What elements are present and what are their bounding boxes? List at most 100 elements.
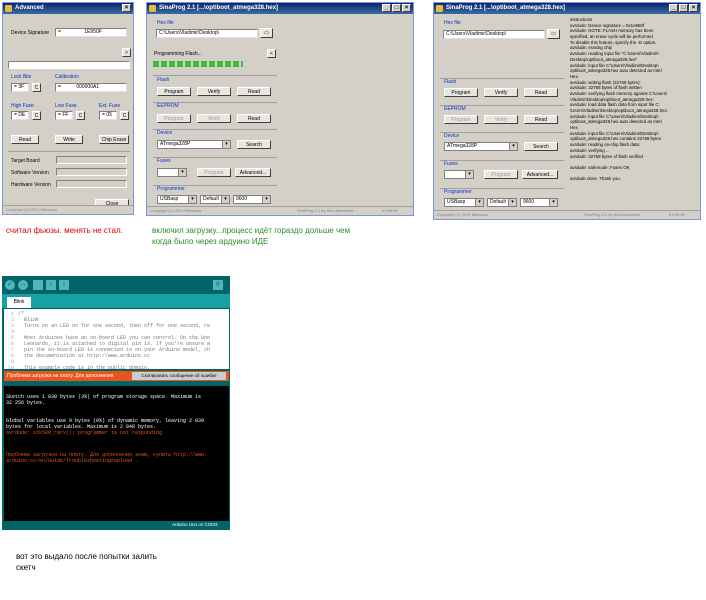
fuses-program-button[interactable]: Program bbox=[484, 170, 518, 179]
port-select[interactable]: Default ▾ bbox=[487, 198, 517, 207]
collapse-log-button[interactable]: < bbox=[267, 49, 276, 58]
eeprom-label: EEPROM bbox=[157, 103, 179, 109]
fuses-program-button[interactable]: Program bbox=[197, 168, 231, 177]
read-button[interactable]: Read bbox=[11, 135, 39, 144]
serial-monitor-icon[interactable]: ⚲ bbox=[213, 280, 223, 290]
programmer-select[interactable]: USBasp ▾ bbox=[444, 198, 484, 207]
tab-blink[interactable]: Blink bbox=[7, 297, 31, 308]
eeprom-verify-button[interactable]: Verify bbox=[197, 114, 231, 123]
lock-bits-field[interactable]: = 3F bbox=[11, 83, 29, 92]
baud-select[interactable]: 9600 ▾ bbox=[520, 198, 558, 207]
tab-bar: Blink bbox=[2, 294, 230, 308]
target-board-field bbox=[56, 156, 127, 164]
chevron-down-icon: ▾ bbox=[262, 196, 270, 203]
software-version-label: Software Version bbox=[11, 170, 49, 176]
chevron-down-icon: ▾ bbox=[549, 199, 557, 206]
console-line: arduino.cc/en/Guide/Troubleshooting#uplo… bbox=[6, 458, 139, 464]
advanced-titlebar: Advanced × bbox=[3, 3, 133, 14]
maximize-icon[interactable]: □ bbox=[392, 4, 401, 12]
eeprom-program-button[interactable]: Program bbox=[444, 115, 478, 124]
caption-upload-line1: включил загрузку...процесс идёт гораздо … bbox=[152, 226, 351, 235]
upload-icon[interactable]: → bbox=[18, 280, 28, 290]
chevron-down-icon: ▾ bbox=[509, 143, 517, 150]
flash-group bbox=[440, 78, 564, 79]
error-message: Проблема загрузки на плату. Для дополнен… bbox=[7, 373, 114, 379]
lock-bits-label: Lock Bits bbox=[11, 74, 32, 80]
close-icon[interactable]: × bbox=[689, 4, 698, 12]
device-select[interactable]: ATmega328P ▾ bbox=[444, 142, 518, 151]
write-button[interactable]: Write bbox=[55, 135, 83, 144]
device-search-button[interactable]: Search bbox=[237, 140, 271, 149]
calibration-label: Calibration bbox=[55, 74, 79, 80]
error-bar: Проблема загрузки на плату. Для дополнен… bbox=[4, 371, 229, 381]
more-button[interactable]: > bbox=[122, 48, 131, 57]
low-fuse-c-button[interactable]: C bbox=[76, 111, 85, 120]
flash-read-button[interactable]: Read bbox=[524, 88, 558, 97]
eeprom-verify-button[interactable]: Verify bbox=[484, 115, 518, 124]
hex-file-label: Hex file bbox=[157, 20, 174, 26]
device-label: Device bbox=[157, 130, 173, 136]
fuses-select[interactable]: ▾ bbox=[157, 168, 187, 177]
sinaprog-right-window: SinaProg 2.1 [...\optiboot_atmega328.hex… bbox=[433, 2, 701, 220]
fuses-advanced-button[interactable]: Advanced... bbox=[235, 168, 271, 177]
minimize-icon[interactable]: _ bbox=[382, 4, 391, 12]
programmer-select[interactable]: USBasp ▾ bbox=[157, 195, 197, 204]
arduino-toolbar: ✓ → ↑ ↓ ⚲ bbox=[2, 276, 230, 294]
chip-erase-button[interactable]: Chip Erase bbox=[99, 135, 129, 144]
code-line: Turns on an LED on for one second, then … bbox=[18, 323, 211, 329]
eeprom-label: EEPROM bbox=[444, 106, 466, 112]
calibration-field: = 000000A1 bbox=[55, 83, 127, 92]
programmer-label: Programmer bbox=[444, 189, 472, 195]
open-folder-button[interactable]: ▭ bbox=[547, 29, 560, 39]
flash-label: Flash bbox=[444, 79, 457, 85]
baud-select[interactable]: 9600 ▾ bbox=[233, 195, 271, 204]
lock-bits-c-button[interactable]: C bbox=[32, 83, 41, 92]
device-select[interactable]: ATmega328P ▾ bbox=[157, 140, 231, 149]
device-label: Device bbox=[444, 133, 460, 139]
maximize-icon[interactable]: □ bbox=[679, 4, 688, 12]
target-board-label: Target Board bbox=[11, 158, 40, 164]
eeprom-read-button[interactable]: Read bbox=[237, 114, 271, 123]
advanced-window: Advanced × Device Signature = 1E950F > L… bbox=[2, 2, 134, 215]
chevron-down-icon: ▾ bbox=[222, 141, 230, 148]
low-fuse-field[interactable]: = FF bbox=[55, 111, 73, 120]
flash-label: Flash bbox=[157, 77, 170, 83]
close-icon[interactable]: × bbox=[402, 4, 411, 12]
fuses-select[interactable]: ▾ bbox=[444, 170, 474, 179]
chevron-down-icon: ▾ bbox=[221, 196, 229, 203]
programmer-label: Programmer bbox=[157, 186, 185, 192]
hardware-version-field bbox=[56, 180, 127, 188]
sinaprog-mid-window: SinaProg 2.1 [...\optiboot_atmega328.hex… bbox=[146, 2, 414, 216]
high-fuse-field[interactable]: = DE bbox=[11, 111, 29, 120]
ext-fuse-c-button[interactable]: C bbox=[120, 111, 129, 120]
high-fuse-c-button[interactable]: C bbox=[32, 111, 41, 120]
verify-icon[interactable]: ✓ bbox=[5, 280, 15, 290]
console-line: 32 256 bytes. bbox=[6, 400, 46, 406]
hex-file-input[interactable]: C:\Users\Vladimir\Desktop\ bbox=[443, 30, 545, 39]
code-editor[interactable]: 1/* 2 Blink 3 Turns on an LED on for one s… bbox=[4, 309, 229, 369]
port-select[interactable]: Default ▾ bbox=[200, 195, 230, 204]
hex-file-input[interactable]: C:\Users\Vladimir\Desktop\ bbox=[156, 29, 258, 38]
minimize-icon[interactable]: _ bbox=[669, 4, 678, 12]
sinaprog-right-titlebar: SinaProg 2.1 [...\optiboot_atmega328.hex… bbox=[434, 3, 700, 14]
flash-program-button[interactable]: Program bbox=[444, 88, 478, 97]
close-icon[interactable]: × bbox=[122, 4, 131, 12]
fuses-label: Fuses bbox=[444, 161, 458, 167]
flash-read-button[interactable]: Read bbox=[237, 87, 271, 96]
flash-program-button[interactable]: Program bbox=[157, 87, 191, 96]
open-folder-button[interactable]: ▭ bbox=[260, 28, 273, 38]
flash-verify-button[interactable]: Verify bbox=[484, 88, 518, 97]
eeprom-program-button[interactable]: Program bbox=[157, 114, 191, 123]
ext-fuse-field[interactable]: = 05 bbox=[99, 111, 117, 120]
code-line: the documentation at http://www.arduino.… bbox=[18, 353, 151, 359]
eeprom-read-button[interactable]: Read bbox=[524, 115, 558, 124]
device-search-button[interactable]: Search bbox=[524, 142, 558, 151]
open-icon[interactable]: ↑ bbox=[46, 280, 56, 290]
new-icon[interactable] bbox=[33, 280, 43, 290]
save-icon[interactable]: ↓ bbox=[59, 280, 69, 290]
signature-progress bbox=[8, 61, 130, 69]
fuses-advanced-button[interactable]: Advanced... bbox=[522, 170, 558, 179]
flash-verify-button[interactable]: Verify bbox=[197, 87, 231, 96]
chevron-down-icon: ▾ bbox=[465, 171, 473, 178]
copy-error-button[interactable]: Скопировать сообщение об ошибке bbox=[132, 372, 226, 380]
